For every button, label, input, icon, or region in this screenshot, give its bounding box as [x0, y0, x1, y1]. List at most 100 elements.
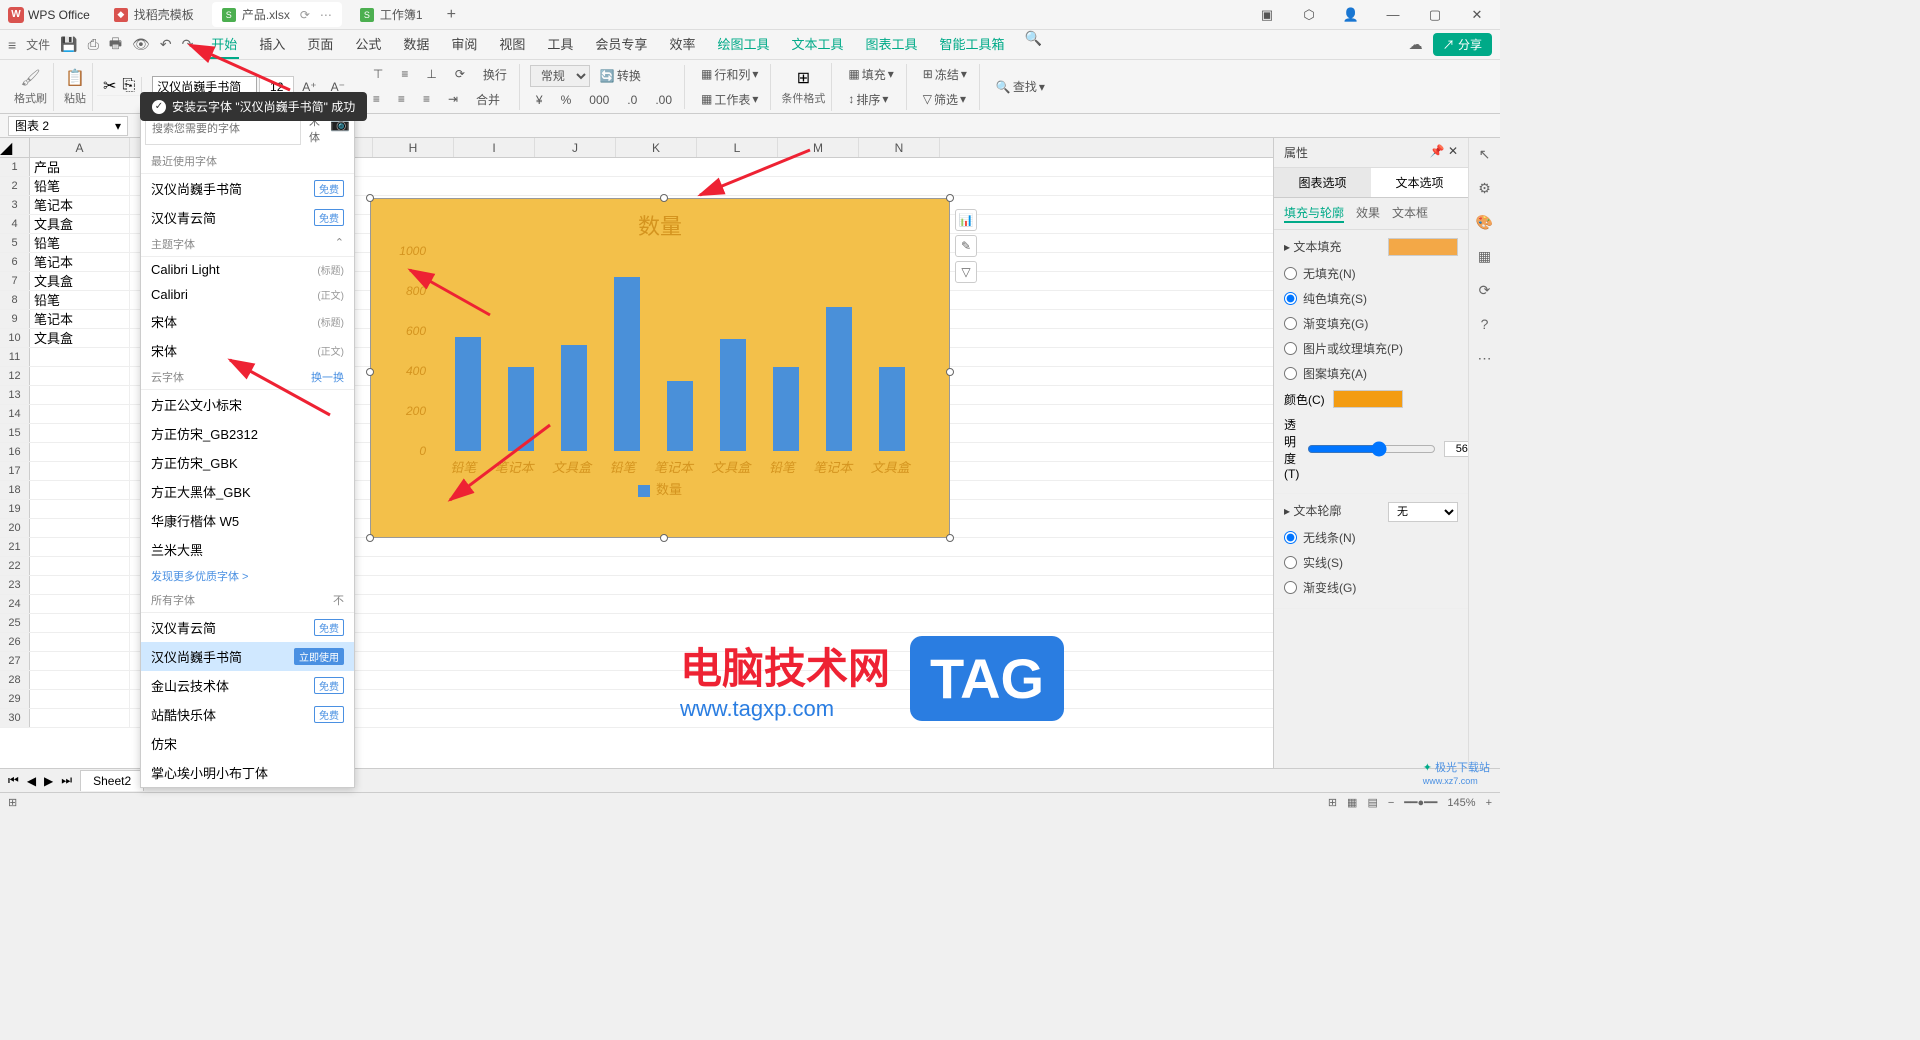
panel-close-icon[interactable]: ✕ [1448, 144, 1458, 158]
cell[interactable] [30, 614, 130, 632]
copy-icon[interactable]: ⎘ [122, 77, 135, 95]
zoom-level[interactable]: 145% [1447, 797, 1475, 809]
chart-filter-icon[interactable]: ▽ [955, 261, 977, 283]
menu-icon[interactable]: ≡ [8, 37, 16, 53]
row-header[interactable]: 28 [0, 671, 30, 689]
last-sheet-icon[interactable]: ⏭ [61, 773, 72, 788]
chart-bar[interactable] [720, 339, 746, 451]
freeze-button[interactable]: ⊞ 冻结 ▾ [917, 64, 973, 85]
text-outline-section[interactable]: ▸ 文本轮廓 无 [1284, 502, 1458, 519]
next-sheet-icon[interactable]: ▶ [44, 774, 53, 788]
chart-bar[interactable] [879, 367, 905, 451]
font-item[interactable]: 仿宋 [141, 729, 354, 758]
cell[interactable]: 笔记本 [30, 196, 130, 214]
cell[interactable]: 产品 [30, 158, 130, 176]
cell[interactable] [30, 500, 130, 518]
menu-insert[interactable]: 插入 [257, 30, 287, 59]
chart-legend[interactable]: 数量 [371, 471, 949, 506]
status-icon[interactable]: ⊞ [8, 796, 17, 809]
dec-inc-icon[interactable]: .0 [621, 91, 643, 109]
align-top-icon[interactable]: ⊤ [367, 64, 389, 85]
font-item[interactable]: 宋体 [141, 787, 354, 788]
row-header[interactable]: 20 [0, 519, 30, 537]
row-header[interactable]: 12 [0, 367, 30, 385]
tab-refresh-icon[interactable]: ⟳ [300, 8, 310, 22]
font-item[interactable]: 方正仿宋_GB2312 [141, 419, 354, 448]
row-header[interactable]: 18 [0, 481, 30, 499]
cell[interactable] [30, 557, 130, 575]
no-fill-radio[interactable]: 无填充(N) [1284, 261, 1458, 286]
rowcol-button[interactable]: ▦ 行和列 ▾ [695, 64, 764, 85]
align-mid-icon[interactable]: ≡ [395, 64, 414, 85]
chart-bar[interactable] [508, 367, 534, 451]
layers-icon[interactable]: ▦ [1475, 248, 1495, 268]
fill-color-preview[interactable] [1388, 238, 1458, 256]
col-header[interactable]: K [616, 138, 697, 157]
row-header[interactable]: 5 [0, 234, 30, 252]
name-box[interactable]: 图表 2▾ [8, 116, 128, 136]
font-item[interactable]: 宋体(标题) [141, 307, 354, 336]
row-header[interactable]: 24 [0, 595, 30, 613]
search-icon[interactable]: 🔍 [1025, 30, 1042, 59]
cell[interactable] [30, 690, 130, 708]
effects-subtab[interactable]: 效果 [1356, 204, 1380, 223]
menu-tools[interactable]: 工具 [545, 30, 575, 59]
row-header[interactable]: 17 [0, 462, 30, 480]
no-line-radio[interactable]: 无线条(N) [1284, 525, 1458, 550]
gradient-fill-radio[interactable]: 渐变填充(G) [1284, 311, 1458, 336]
cell[interactable] [30, 367, 130, 385]
solid-fill-radio[interactable]: 纯色填充(S) [1284, 286, 1458, 311]
more-fonts-link[interactable]: 发现更多优质字体 > [141, 564, 354, 588]
cell[interactable] [30, 348, 130, 366]
row-header[interactable]: 21 [0, 538, 30, 556]
file-menu[interactable]: 文件 [26, 36, 50, 53]
row-header[interactable]: 14 [0, 405, 30, 423]
chart-elements-icon[interactable]: 📊 [955, 209, 977, 231]
cell[interactable] [30, 671, 130, 689]
cond-format-icon[interactable]: ⊞ [797, 68, 810, 88]
close-button[interactable]: ✕ [1462, 7, 1492, 23]
cell[interactable] [30, 443, 130, 461]
fill-outline-subtab[interactable]: 填充与轮廓 [1284, 204, 1344, 223]
row-header[interactable]: 4 [0, 215, 30, 233]
font-item[interactable]: Calibri Light(标题) [141, 257, 354, 282]
align-right-icon[interactable]: ≡ [417, 89, 436, 110]
chart-options-tab[interactable]: 图表选项 [1274, 168, 1371, 197]
chart-bar[interactable] [667, 381, 693, 451]
row-header[interactable]: 8 [0, 291, 30, 309]
select-all-corner[interactable]: ◢ [0, 138, 30, 157]
cell[interactable] [30, 462, 130, 480]
tab-workbook[interactable]: S 工作簿1 [350, 2, 433, 27]
cut-icon[interactable]: ✂ [103, 76, 116, 96]
worksheet-button[interactable]: ▦ 工作表 ▾ [695, 89, 764, 110]
cell[interactable] [30, 633, 130, 651]
pattern-fill-radio[interactable]: 图案填充(A) [1284, 361, 1458, 386]
menu-review[interactable]: 审阅 [449, 30, 479, 59]
share-button[interactable]: ↗ 分享 [1433, 33, 1492, 56]
chart-title[interactable]: 数量 [371, 199, 949, 251]
wrap-button[interactable]: 换行 [477, 64, 513, 85]
more-icon[interactable]: ⋯ [1475, 350, 1495, 370]
transparency-slider[interactable] [1307, 441, 1436, 457]
row-header[interactable]: 16 [0, 443, 30, 461]
row-header[interactable]: 29 [0, 690, 30, 708]
row-header[interactable]: 7 [0, 272, 30, 290]
menu-start[interactable]: 开始 [209, 30, 239, 59]
undo-icon[interactable]: ↶ [160, 36, 172, 53]
style-icon[interactable]: 🎨 [1475, 214, 1495, 234]
convert-button[interactable]: 🔄 转换 [594, 65, 647, 87]
font-item[interactable]: 兰米大黑 [141, 535, 354, 564]
format-brush-icon[interactable]: 🖌 [20, 68, 40, 88]
menu-view[interactable]: 视图 [497, 30, 527, 59]
col-header[interactable]: H [373, 138, 454, 157]
first-sheet-icon[interactable]: ⏮ [8, 773, 19, 788]
row-header[interactable]: 25 [0, 614, 30, 632]
outline-select[interactable]: 无 [1388, 502, 1458, 522]
font-item[interactable]: 方正大黑体_GBK [141, 477, 354, 506]
cell[interactable] [30, 576, 130, 594]
row-header[interactable]: 13 [0, 386, 30, 404]
cell[interactable]: 笔记本 [30, 253, 130, 271]
cell[interactable] [30, 652, 130, 670]
cell[interactable]: 笔记本 [30, 310, 130, 328]
menu-chart[interactable]: 图表工具 [863, 30, 919, 59]
